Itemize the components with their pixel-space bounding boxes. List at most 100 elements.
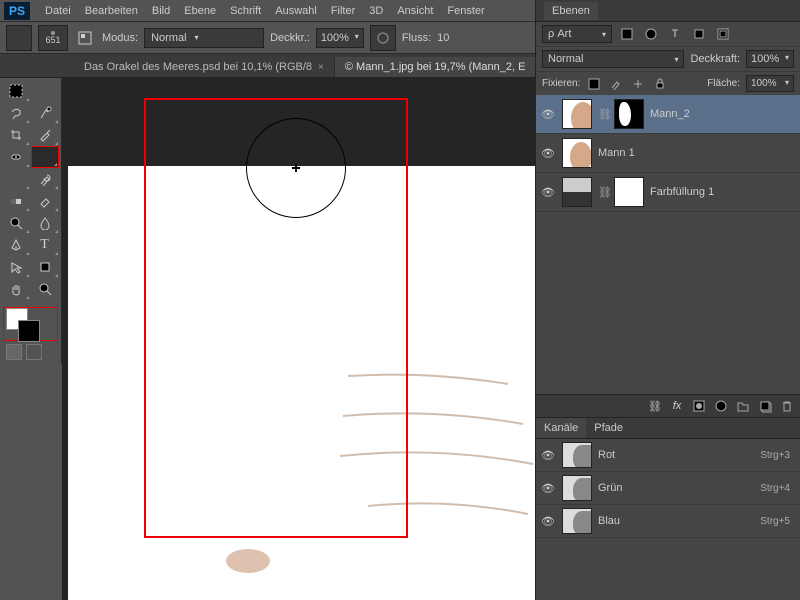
- marquee-tool[interactable]: [2, 80, 30, 102]
- menu-view[interactable]: Ansicht: [390, 5, 440, 17]
- visibility-icon[interactable]: 👁: [540, 449, 556, 462]
- menu-image[interactable]: Bild: [145, 5, 177, 17]
- channel-name: Grün: [598, 482, 622, 494]
- menu-select[interactable]: Auswahl: [268, 5, 324, 17]
- eyedropper-tool[interactable]: [31, 124, 59, 146]
- lock-position-icon[interactable]: [630, 76, 646, 92]
- blend-mode-select[interactable]: Normal▾: [144, 28, 264, 48]
- type-tool[interactable]: T: [31, 234, 59, 256]
- link-layers-icon[interactable]: ⛓: [646, 397, 664, 415]
- visibility-icon[interactable]: 👁: [540, 515, 556, 528]
- lock-paint-icon[interactable]: [608, 76, 624, 92]
- shape-tool[interactable]: [31, 256, 59, 278]
- layers-list: 👁 ⛓ Mann_2 👁 Mann 1 👁 ⛓ Farbfüllung 1: [536, 95, 800, 212]
- channel-thumb: [562, 442, 592, 468]
- filter-type-icon[interactable]: T: [666, 25, 684, 43]
- mask-link-icon[interactable]: ⛓: [598, 186, 608, 199]
- layer-name[interactable]: Farbfüllung 1: [650, 186, 796, 198]
- channels-tab[interactable]: Kanäle: [536, 418, 586, 438]
- zoom-tool[interactable]: [31, 278, 59, 300]
- lock-all-icon[interactable]: [652, 76, 668, 92]
- brush-panel-toggle[interactable]: [74, 25, 96, 51]
- channel-row[interactable]: 👁 Grün Strg+4: [536, 472, 800, 505]
- channel-thumb: [562, 508, 592, 534]
- lock-label: Fixieren:: [542, 78, 580, 89]
- close-icon[interactable]: ×: [318, 62, 324, 73]
- menu-window[interactable]: Fenster: [440, 5, 491, 17]
- blend-opacity-row: Normal▾ Deckkraft: 100%▾: [536, 47, 800, 72]
- layer-thumb[interactable]: [562, 138, 592, 168]
- channels-tabs: Kanäle Pfade: [536, 418, 800, 439]
- filter-smart-icon[interactable]: [714, 25, 732, 43]
- fx-icon[interactable]: fx: [668, 397, 686, 415]
- layer-thumb[interactable]: [562, 99, 592, 129]
- paths-tab[interactable]: Pfade: [586, 418, 631, 438]
- layer-row[interactable]: 👁 ⛓ Farbfüllung 1: [536, 173, 800, 212]
- new-layer-icon[interactable]: [756, 397, 774, 415]
- brush-tool[interactable]: [31, 146, 59, 168]
- layers-panel-tab[interactable]: Ebenen: [536, 0, 800, 22]
- filter-pixel-icon[interactable]: [618, 25, 636, 43]
- layer-name[interactable]: Mann_2: [650, 108, 796, 120]
- layer-row[interactable]: 👁 ⛓ Mann_2: [536, 95, 800, 134]
- quick-mask-toggle[interactable]: [2, 342, 59, 362]
- mask-icon[interactable]: [690, 397, 708, 415]
- blur-tool[interactable]: [31, 212, 59, 234]
- crop-tool[interactable]: [2, 124, 30, 146]
- layer-name[interactable]: Mann 1: [598, 147, 796, 159]
- visibility-icon[interactable]: 👁: [540, 186, 556, 199]
- mask-thumb[interactable]: [614, 99, 644, 129]
- background-color[interactable]: [18, 320, 40, 342]
- history-brush-tool[interactable]: [31, 168, 59, 190]
- canvas[interactable]: [62, 78, 535, 600]
- channel-thumb: [562, 475, 592, 501]
- healing-tool[interactable]: [2, 146, 30, 168]
- move-tool[interactable]: [31, 80, 59, 102]
- pen-tool[interactable]: [2, 234, 30, 256]
- menu-3d[interactable]: 3D: [362, 5, 390, 17]
- trash-icon[interactable]: [778, 397, 796, 415]
- gradient-tool[interactable]: [2, 190, 30, 212]
- layer-opacity-input[interactable]: 100%▾: [746, 50, 794, 68]
- menu-layer[interactable]: Ebene: [177, 5, 223, 17]
- menu-edit[interactable]: Bearbeiten: [78, 5, 145, 17]
- filter-shape-icon[interactable]: [690, 25, 708, 43]
- layer-row[interactable]: 👁 Mann 1: [536, 134, 800, 173]
- visibility-icon[interactable]: 👁: [540, 108, 556, 121]
- dodge-tool[interactable]: [2, 212, 30, 234]
- lasso-tool[interactable]: [2, 102, 30, 124]
- mask-thumb[interactable]: [614, 177, 644, 207]
- color-swatches[interactable]: [2, 306, 59, 342]
- channels-panel: Kanäle Pfade 👁 Rot Strg+3 👁 Grün Strg+4 …: [536, 418, 800, 600]
- opacity-label: Deckkr.:: [270, 32, 310, 44]
- layer-filter-select[interactable]: ρ Art▾: [542, 25, 612, 43]
- opacity-input[interactable]: 100%▾: [316, 28, 364, 48]
- adjustment-icon[interactable]: [712, 397, 730, 415]
- pressure-opacity-icon[interactable]: [370, 25, 396, 51]
- layer-thumb[interactable]: [562, 177, 592, 207]
- fill-input[interactable]: 100%▾: [746, 75, 794, 92]
- quick-select-tool[interactable]: [31, 102, 59, 124]
- document-tab-1[interactable]: Das Orakel des Meeres.psd bei 10,1% (RGB…: [74, 57, 335, 77]
- lock-transparency-icon[interactable]: [586, 76, 602, 92]
- stamp-tool[interactable]: [2, 168, 30, 190]
- group-icon[interactable]: [734, 397, 752, 415]
- toolbox: T: [0, 78, 62, 364]
- channel-row[interactable]: 👁 Rot Strg+3: [536, 439, 800, 472]
- mode-label: Modus:: [102, 32, 138, 44]
- visibility-icon[interactable]: 👁: [540, 147, 556, 160]
- filter-adjust-icon[interactable]: [642, 25, 660, 43]
- document-tab-2[interactable]: © Mann_1.jpg bei 19,7% (Mann_2, E: [335, 57, 537, 77]
- brush-size-dropdown[interactable]: 651: [38, 25, 68, 51]
- menu-file[interactable]: Datei: [38, 5, 78, 17]
- mask-link-icon[interactable]: ⛓: [598, 108, 608, 121]
- menu-type[interactable]: Schrift: [223, 5, 268, 17]
- tool-preset-icon[interactable]: [6, 25, 32, 51]
- visibility-icon[interactable]: 👁: [540, 482, 556, 495]
- layer-blend-select[interactable]: Normal▾: [542, 50, 684, 68]
- hand-tool[interactable]: [2, 278, 30, 300]
- eraser-tool[interactable]: [31, 190, 59, 212]
- path-select-tool[interactable]: [2, 256, 30, 278]
- channel-row[interactable]: 👁 Blau Strg+5: [536, 505, 800, 538]
- menu-filter[interactable]: Filter: [324, 5, 362, 17]
